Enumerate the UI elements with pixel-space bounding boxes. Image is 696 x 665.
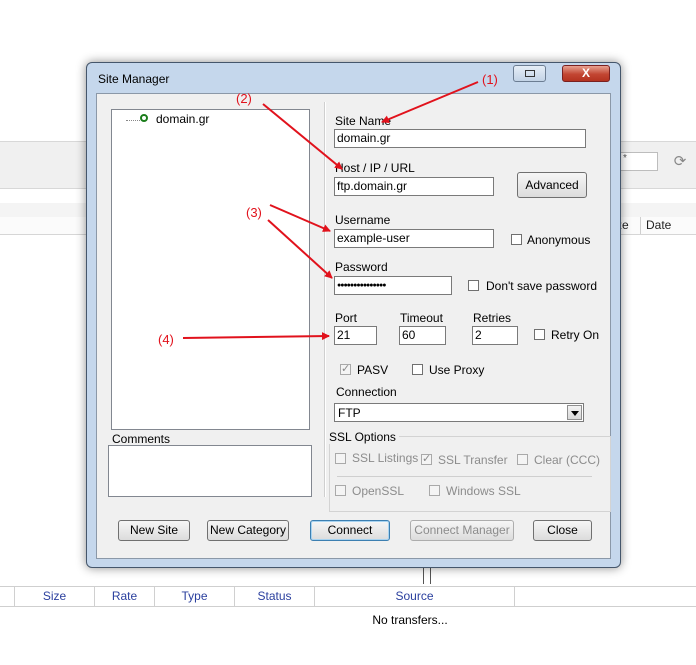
annotation-4: (4) (158, 332, 174, 347)
arrow-1 (381, 81, 479, 123)
arrow-4 (182, 332, 330, 341)
annotation-arrows (182, 81, 479, 341)
arrow-2 (262, 103, 343, 170)
arrow-3a (269, 204, 331, 232)
annotation-2: (2) (236, 91, 252, 106)
annotation-3: (3) (246, 205, 262, 220)
annotation-1: (1) (482, 72, 498, 87)
